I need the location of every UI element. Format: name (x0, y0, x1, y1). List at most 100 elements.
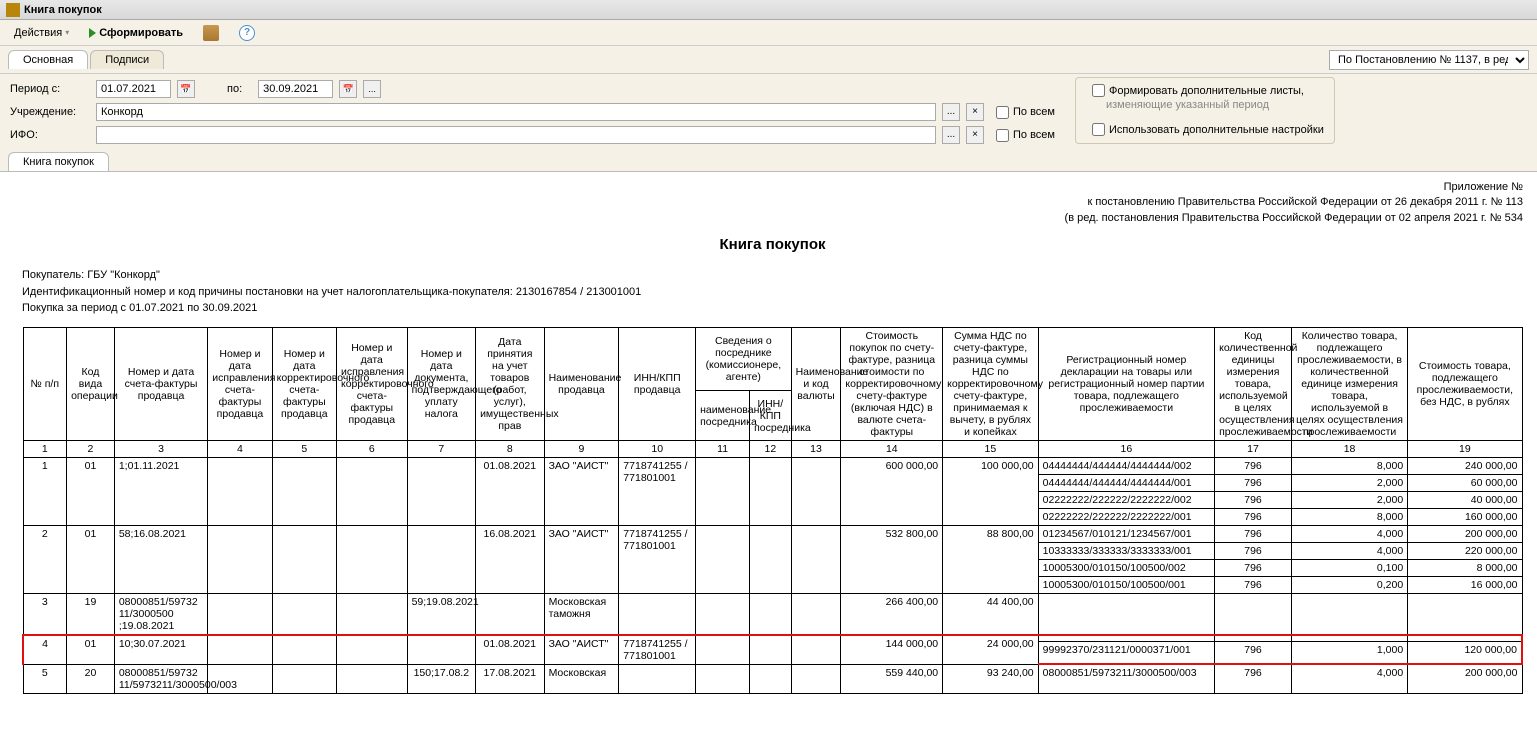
form-button[interactable]: Сформировать (81, 25, 191, 41)
col-num: 1 (23, 440, 67, 457)
cell: 220 000,00 (1408, 542, 1522, 559)
org-row: Учреждение: ... × По всем (10, 103, 1055, 121)
org-select-button[interactable]: ... (942, 103, 960, 121)
cell (272, 593, 336, 635)
th-intermed: Сведения о посреднике (комиссионере, аге… (696, 327, 791, 391)
table-row: 52008000851/5973211/5973211/3000500/0031… (23, 664, 1522, 693)
col-num: 13 (791, 440, 841, 457)
report-meta: Покупатель: ГБУ "Конкорд" Идентификацион… (22, 267, 1523, 317)
th-1: № п/п (23, 327, 67, 440)
calendar-to-button[interactable]: 📅 (339, 80, 357, 98)
date-from-input[interactable] (96, 80, 171, 98)
cell (1408, 635, 1522, 642)
table-row: 20158;16.08.202116.08.2021ЗАО "АИСТ"7718… (23, 525, 1522, 542)
cell: 08000851/5973211/3000500/003 (1038, 664, 1214, 693)
org-clear-button[interactable]: × (966, 103, 984, 121)
table-row: 31908000851/5973211/3000500;19.08.202159… (23, 593, 1522, 635)
cell: 600 000,00 (841, 457, 943, 525)
cell: 10005300/010150/100500/002 (1038, 559, 1214, 576)
window-title: Книга покупок (24, 4, 102, 16)
th-15: Сумма НДС по счету-фактуре, разница сумм… (943, 327, 1039, 440)
cell (336, 525, 407, 593)
date-to-input[interactable] (258, 80, 333, 98)
cell (696, 635, 750, 665)
cell: 796 (1215, 491, 1292, 508)
cell: 4,000 (1291, 542, 1407, 559)
cell: 99992370/231121/0000371/001 (1038, 642, 1214, 664)
ifo-all-check[interactable] (996, 129, 1009, 142)
th-17: Код количественной единицы измерения тов… (1215, 327, 1292, 440)
filters-right: Формировать дополнительные листы, изменя… (1075, 77, 1335, 144)
th-11: наименование посредника (696, 391, 750, 440)
cell (272, 525, 336, 593)
tree-icon (203, 25, 219, 41)
cell: 0,100 (1291, 559, 1407, 576)
tab-main[interactable]: Основная (8, 50, 88, 69)
cell (336, 635, 407, 665)
table-row: 40110;30.07.202101.08.2021ЗАО "АИСТ"7718… (23, 635, 1522, 642)
cell: 8 000,00 (1408, 559, 1522, 576)
cell: 3 (23, 593, 67, 635)
cell: 4 (23, 635, 67, 665)
ifo-all-checkbox[interactable]: По всем (996, 129, 1055, 142)
col-num: 15 (943, 440, 1039, 457)
table-head: № п/п Код вида операции Номер и дата сче… (23, 327, 1522, 457)
cell (208, 525, 272, 593)
col-num: 6 (336, 440, 407, 457)
col-num: 7 (407, 440, 476, 457)
cell (336, 457, 407, 525)
table-row: 1011;01.11.202101.08.2021ЗАО "АИСТ"77187… (23, 457, 1522, 474)
extra-sheets-checkbox[interactable]: Формировать дополнительные листы, (1092, 84, 1324, 97)
cell (407, 635, 476, 665)
extra-sheets-sub: изменяющие указанный период (1086, 99, 1324, 111)
tab-signatures[interactable]: Подписи (90, 50, 164, 69)
cell: 10;30.07.2021 (114, 635, 207, 665)
filters-left: Период с: 📅 по: 📅 ... Учреждение: ... × … (10, 80, 1055, 144)
period-select-button[interactable]: ... (363, 80, 381, 98)
tree-button[interactable] (195, 23, 227, 43)
cell (791, 525, 841, 593)
regulation-select[interactable]: По Постановлению № 1137, в ред. По (1329, 50, 1529, 70)
cell (696, 664, 750, 693)
calendar-from-button[interactable]: 📅 (177, 80, 195, 98)
cell: 10005300/010150/100500/001 (1038, 576, 1214, 593)
cell: 01.08.2021 (476, 635, 545, 665)
report-area: Приложение № к постановлению Правительст… (0, 171, 1537, 740)
cell: 4,000 (1291, 664, 1407, 693)
org-all-checkbox[interactable]: По всем (996, 106, 1055, 119)
report-title: Книга покупок (22, 236, 1523, 253)
cell: 796 (1215, 559, 1292, 576)
cell (407, 457, 476, 525)
cell: 01 (67, 457, 115, 525)
ifo-select-button[interactable]: ... (942, 126, 960, 144)
org-all-check[interactable] (996, 106, 1009, 119)
sub-tab-row: Книга покупок (0, 150, 1537, 171)
col-num: 9 (544, 440, 619, 457)
cell (619, 664, 696, 693)
cell: 200 000,00 (1408, 525, 1522, 542)
col-num: 14 (841, 440, 943, 457)
ifo-input[interactable] (96, 126, 936, 144)
cell: ЗАО "АИСТ" (544, 457, 619, 525)
actions-button[interactable]: Действия ▾ (6, 25, 77, 41)
cell (791, 457, 841, 525)
sub-tab-book[interactable]: Книга покупок (8, 152, 109, 171)
ifo-label: ИФО: (10, 129, 90, 141)
cell: 40 000,00 (1408, 491, 1522, 508)
extra-sheets-check[interactable] (1092, 84, 1105, 97)
extra-settings-check[interactable] (1092, 123, 1105, 136)
help-button[interactable]: ? (231, 23, 263, 43)
extra-settings-checkbox[interactable]: Использовать дополнительные настройки (1092, 123, 1324, 136)
col-num: 17 (1215, 440, 1292, 457)
cell: 559 440,00 (841, 664, 943, 693)
cell: 266 400,00 (841, 593, 943, 635)
report-decree: Приложение № к постановлению Правительст… (22, 180, 1523, 226)
ifo-clear-button[interactable]: × (966, 126, 984, 144)
titlebar: Книга покупок (0, 0, 1537, 20)
cell: 02222222/222222/2222222/002 (1038, 491, 1214, 508)
org-input[interactable] (96, 103, 936, 121)
cell: 10333333/333333/3333333/001 (1038, 542, 1214, 559)
cell: 100 000,00 (943, 457, 1039, 525)
cell (696, 593, 750, 635)
app-icon (6, 3, 20, 17)
